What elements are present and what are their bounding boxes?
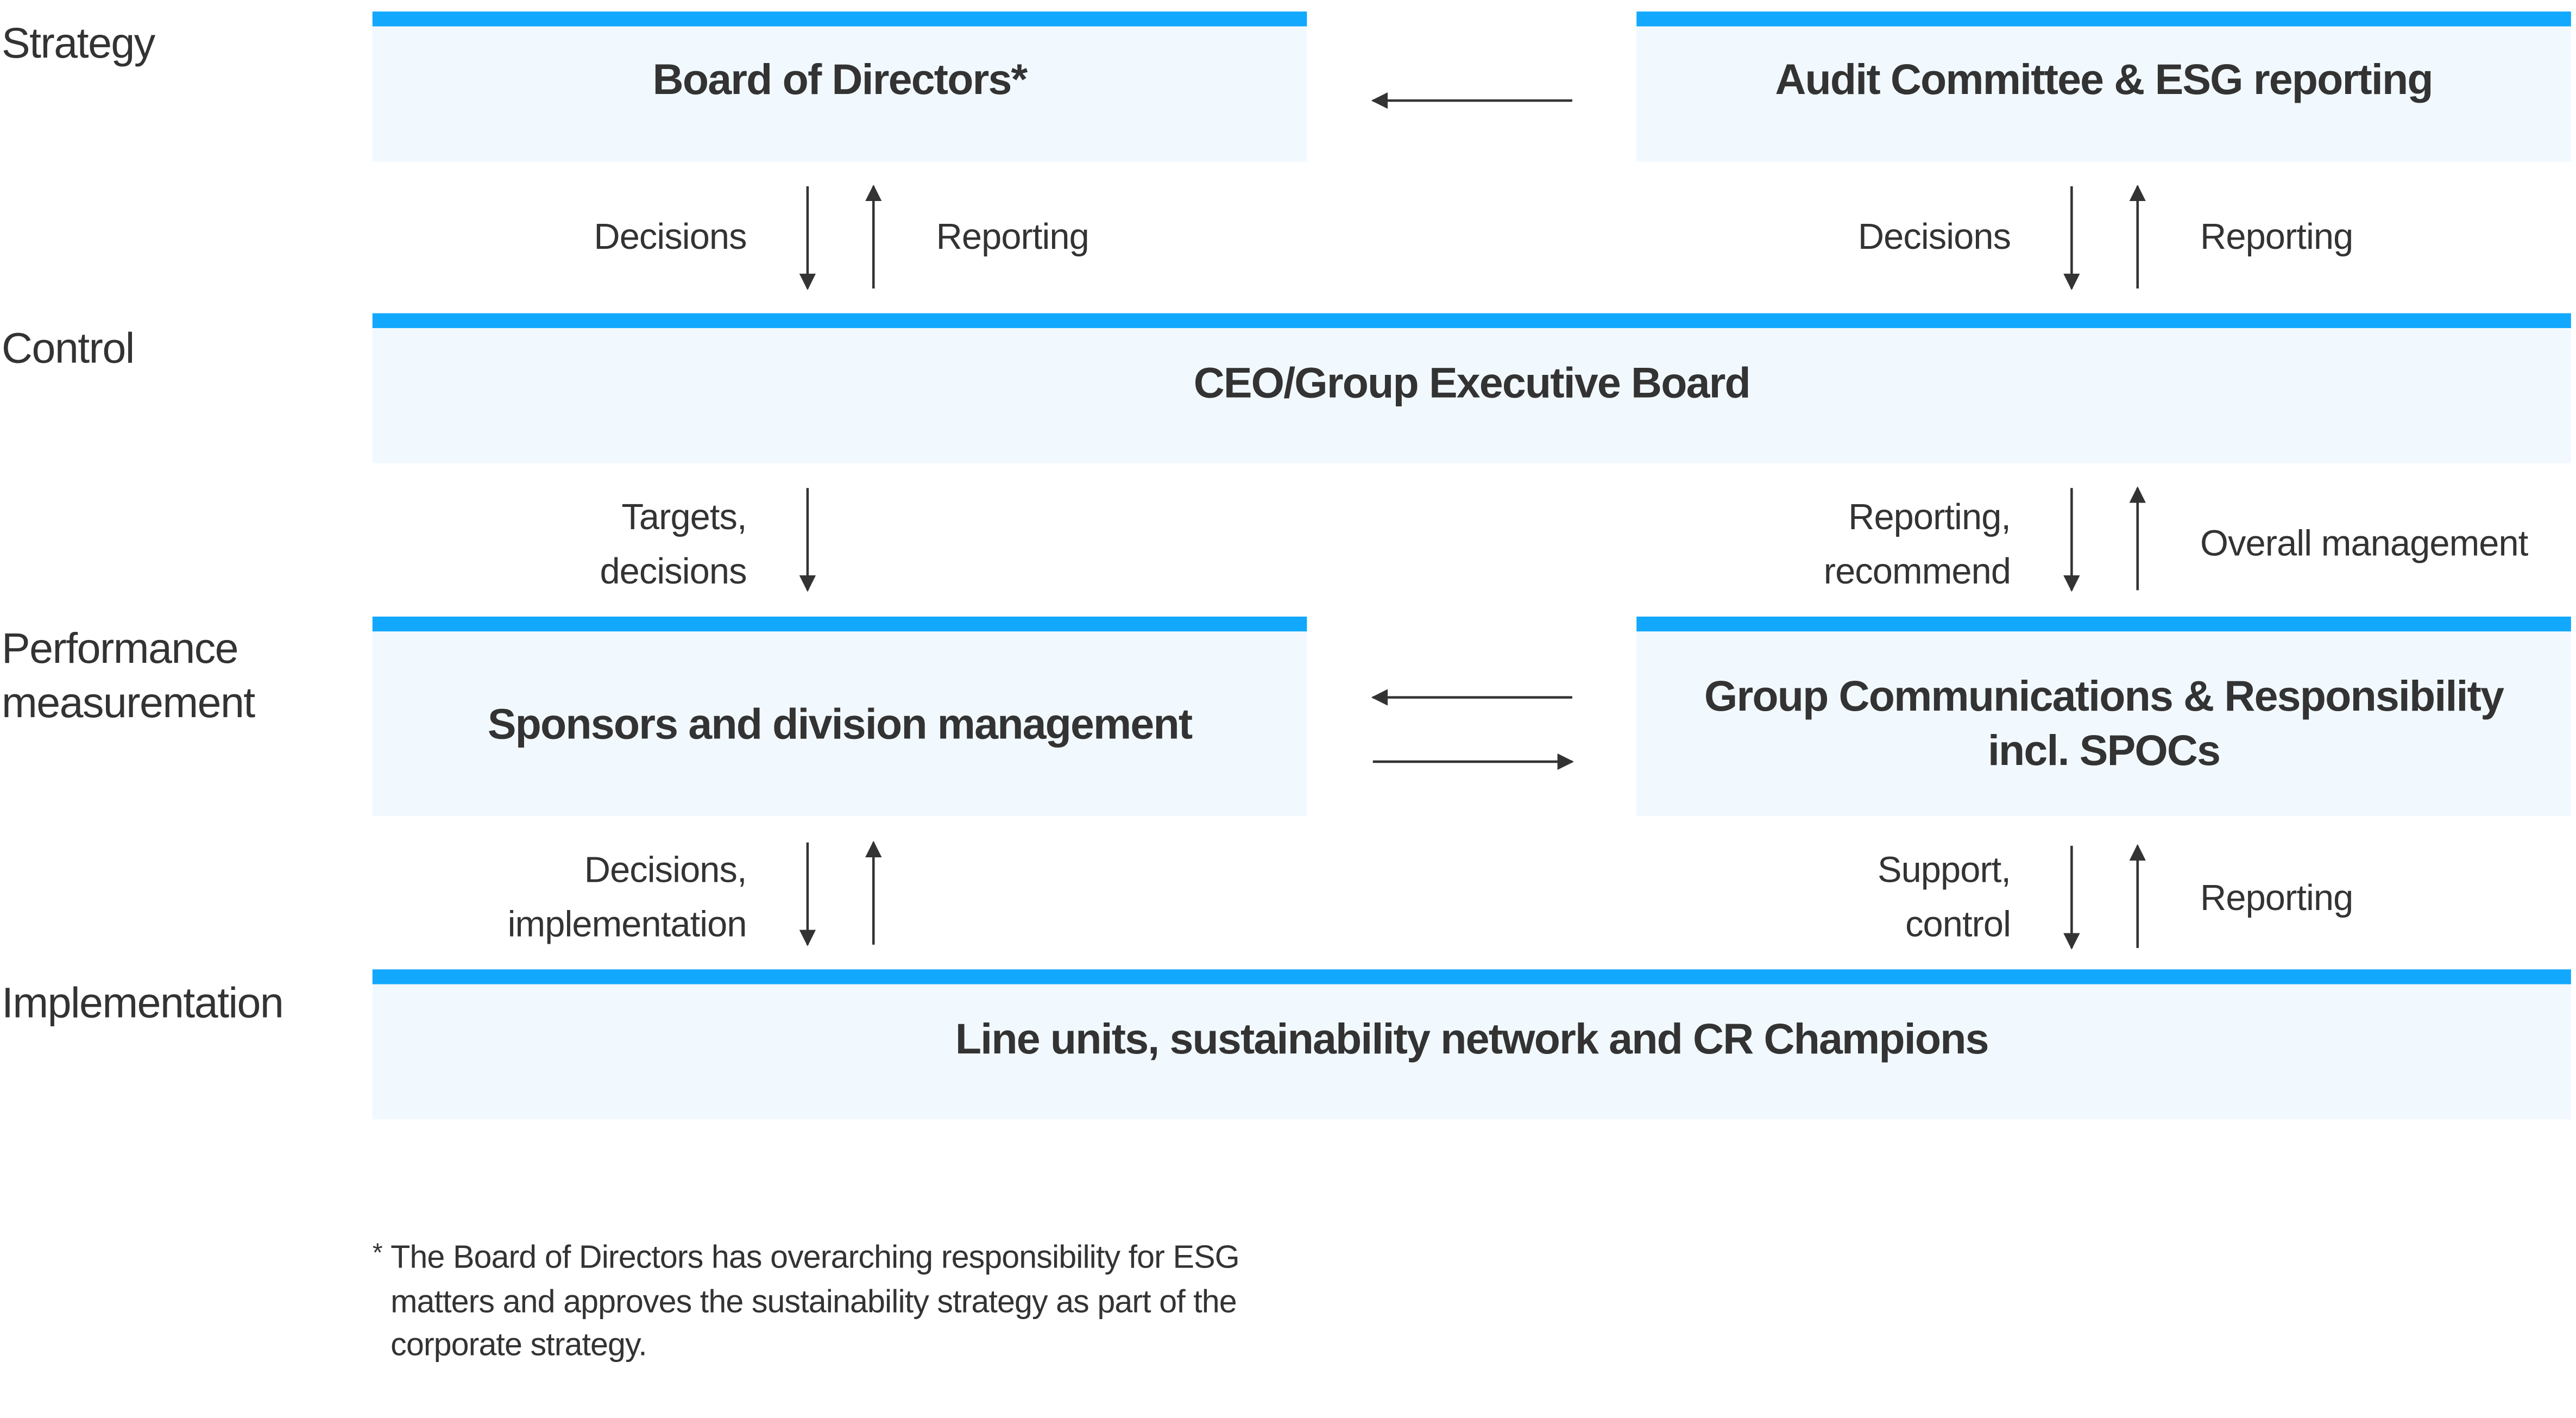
footnote-line3: corporate strategy. xyxy=(391,1327,647,1364)
governance-diagram: Strategy Control Performance measurement… xyxy=(0,0,2576,1418)
footnote: * The Board of Directors has overarching… xyxy=(373,1237,1362,1367)
footnote-line1: The Board of Directors has overarching r… xyxy=(391,1239,1239,1276)
arrows-layer xyxy=(799,92,2146,950)
footnote-line2: matters and approves the sustainability … xyxy=(391,1283,1237,1320)
footnote-marker: * xyxy=(372,1239,383,1268)
